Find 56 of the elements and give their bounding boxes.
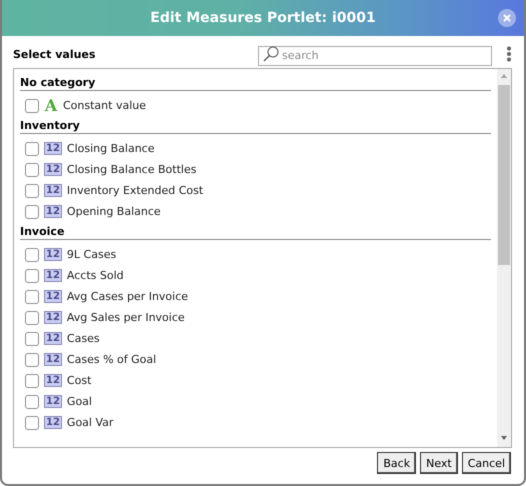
measure-label[interactable]: Opening Balance: [66, 205, 161, 218]
measure-label[interactable]: Accts Sold: [66, 269, 124, 282]
checkbox[interactable]: [25, 374, 39, 388]
checkbox[interactable]: [25, 142, 39, 156]
checkbox[interactable]: [25, 352, 39, 366]
measure-label[interactable]: Goal: [66, 395, 92, 408]
close-icon: [502, 13, 512, 23]
measure-label[interactable]: Closing Balance: [66, 142, 154, 155]
measure-label[interactable]: Cases: [66, 332, 100, 345]
measure-label[interactable]: Closing Balance Bottles: [66, 163, 196, 176]
dialog-button[interactable]: Back: [377, 452, 416, 474]
number-type-icon: 12: [44, 311, 62, 324]
category-header: No category: [20, 73, 491, 91]
number-type-icon: 12: [44, 395, 62, 408]
measure-label[interactable]: Inventory Extended Cost: [66, 184, 204, 197]
checkbox[interactable]: [25, 394, 39, 408]
number-type-icon: 12: [44, 374, 62, 387]
measure-label[interactable]: 9L Cases: [66, 248, 116, 261]
number-type-icon: 12: [44, 142, 62, 155]
checkbox[interactable]: [25, 416, 39, 430]
number-type-icon: 12: [44, 353, 62, 366]
number-type-icon: 12: [44, 248, 62, 261]
category-header: Invoice: [20, 222, 491, 240]
checkbox[interactable]: [25, 162, 39, 176]
dialog-button[interactable]: Next: [420, 452, 458, 474]
number-type-icon: 12: [44, 184, 62, 197]
more-icon[interactable]: [506, 46, 512, 62]
checkbox[interactable]: [25, 268, 39, 282]
checkbox[interactable]: [25, 204, 39, 218]
checkbox[interactable]: [25, 290, 39, 304]
close-button[interactable]: [498, 9, 516, 27]
dialog-button[interactable]: Cancel: [462, 452, 511, 474]
measure-label[interactable]: Avg Sales per Invoice: [66, 311, 185, 324]
measure-label[interactable]: Avg Cases per Invoice: [66, 290, 188, 303]
number-type-icon: 12: [44, 163, 62, 176]
window-title: Edit Measures Portlet: i0001: [150, 10, 376, 26]
checkbox[interactable]: [25, 184, 39, 198]
measure-label[interactable]: Cases % of Goal: [66, 353, 156, 366]
checkbox[interactable]: [25, 310, 39, 324]
checkbox[interactable]: [25, 248, 39, 262]
number-type-icon: 12: [44, 332, 62, 345]
number-type-icon: 12: [44, 416, 62, 429]
scrollbar[interactable]: [497, 69, 511, 447]
measure-label[interactable]: Constant value: [63, 99, 146, 112]
text-type-icon: A: [44, 98, 58, 112]
category-header: Inventory: [20, 116, 491, 134]
measure-label[interactable]: Goal Var: [66, 416, 114, 429]
number-type-icon: 12: [44, 290, 62, 303]
number-type-icon: 12: [44, 269, 62, 282]
measure-label[interactable]: Cost: [66, 374, 92, 387]
search-icon: [262, 46, 280, 62]
checkbox[interactable]: [25, 332, 39, 346]
checkbox[interactable]: [25, 98, 39, 112]
section-label: Select values: [13, 48, 96, 60]
number-type-icon: 12: [44, 205, 62, 218]
search-field[interactable]: search: [258, 46, 492, 66]
